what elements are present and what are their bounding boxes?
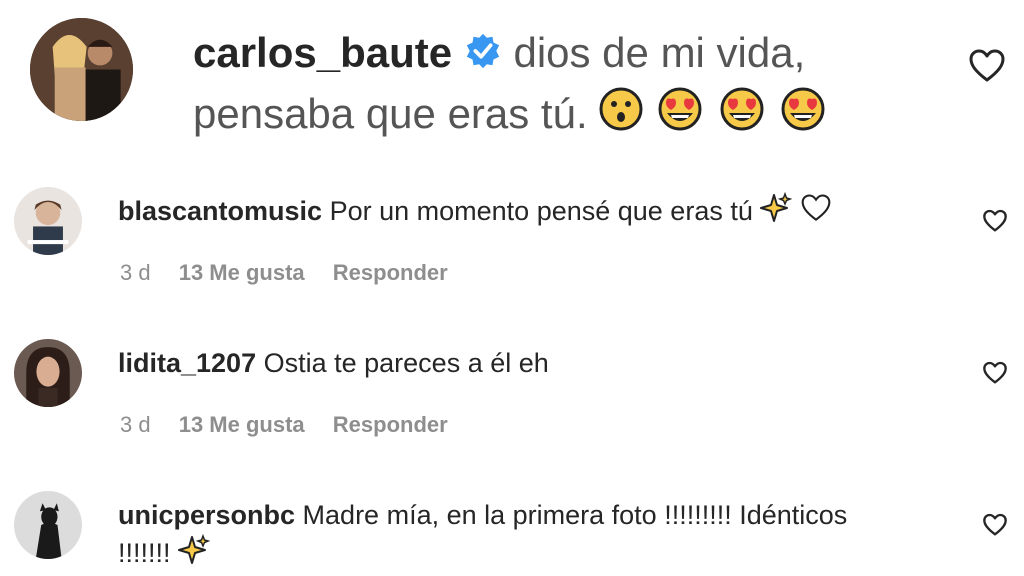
heart-eyes-face-icon — [717, 87, 767, 146]
reply-meta: 3 d 13 Me gusta Responder — [120, 260, 470, 286]
verified-badge-icon — [464, 27, 502, 85]
username[interactable]: lidita_1207 — [118, 348, 256, 378]
main-comment: carlos_baute dios de mi vida, pensaba qu… — [0, 0, 1024, 160]
comment-text: Por un momento pensé que eras tú — [329, 196, 753, 227]
like-button[interactable] — [968, 48, 1006, 84]
username[interactable]: blascantomusic — [118, 196, 322, 226]
like-button[interactable] — [982, 513, 1008, 537]
like-button[interactable] — [982, 361, 1008, 385]
heart-eyes-face-icon — [778, 87, 828, 146]
heart-outline-icon — [983, 361, 1007, 384]
likes-count[interactable]: 13 Me gusta — [179, 260, 305, 285]
surprised-face-icon — [599, 87, 643, 146]
comment-text: dios de mi vida, — [513, 29, 806, 76]
reply-button[interactable]: Responder — [333, 412, 448, 437]
avatar[interactable] — [14, 339, 82, 407]
avatar[interactable] — [14, 491, 82, 559]
comment-text: Ostia te pareces a él eh — [263, 348, 549, 378]
reply-comment: unicpersonbc Madre mía, en la primera fo… — [0, 474, 1024, 576]
timestamp[interactable]: 3 d — [120, 412, 151, 437]
username[interactable]: carlos_baute — [193, 29, 452, 76]
heart-outline-icon — [983, 209, 1007, 232]
avatar[interactable] — [14, 187, 82, 255]
username[interactable]: unicpersonbc — [118, 500, 295, 530]
comment-text: Madre mía, en la primera foto !!!!!!!!! … — [302, 500, 848, 530]
reply-comment: blascantomusic Por un momento pensé que … — [0, 170, 1024, 320]
main-comment-body: carlos_baute dios de mi vida, pensaba qu… — [193, 24, 893, 146]
reply-body: blascantomusic Por un momento pensé que … — [118, 191, 938, 234]
like-button[interactable] — [982, 209, 1008, 233]
sparkles-icon — [760, 191, 793, 234]
heart-eyes-face-icon — [655, 87, 705, 146]
sparkles-icon — [178, 533, 211, 576]
white-heart-icon — [800, 193, 832, 233]
reply-comment: lidita_1207 Ostia te pareces a él eh 3 d… — [0, 322, 1024, 472]
heart-outline-icon — [983, 513, 1007, 536]
reply-body: unicpersonbc Madre mía, en la primera fo… — [118, 496, 938, 576]
reply-body: lidita_1207 Ostia te pareces a él eh — [118, 344, 938, 382]
comment-text: pensaba que eras tú. — [193, 89, 588, 137]
reply-meta: 3 d 13 Me gusta Responder — [120, 412, 470, 438]
timestamp[interactable]: 3 d — [120, 260, 151, 285]
likes-count[interactable]: 13 Me gusta — [179, 412, 305, 437]
heart-outline-icon — [969, 49, 1005, 82]
reply-button[interactable]: Responder — [333, 260, 448, 285]
comment-text: !!!!!!! — [118, 538, 171, 569]
avatar[interactable] — [30, 18, 133, 121]
